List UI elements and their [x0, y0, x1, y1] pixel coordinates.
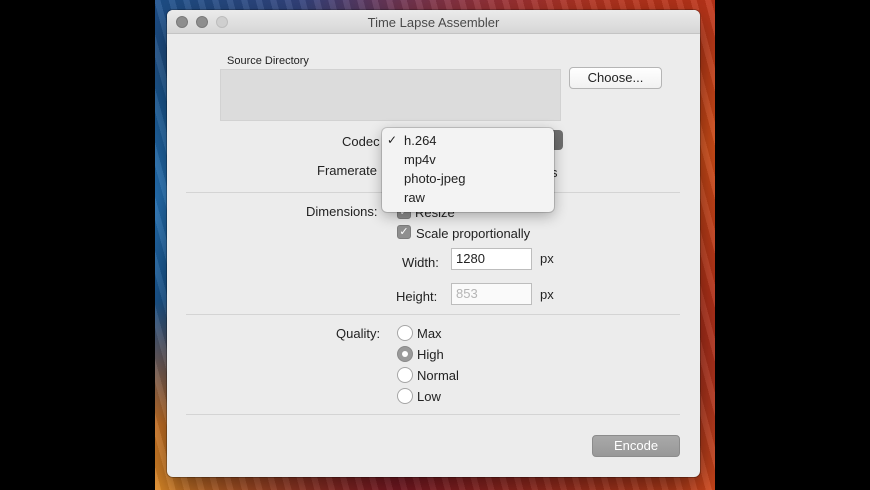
codec-dropdown-menu: ✓ h.264 mp4v photo-jpeg raw — [382, 128, 554, 212]
choose-button[interactable]: Choose... — [569, 67, 662, 89]
quality-option-label: Low — [417, 389, 441, 404]
codec-menu-item-photo-jpeg[interactable]: photo-jpeg — [382, 169, 554, 188]
scale-proportionally-label: Scale proportionally — [416, 226, 531, 241]
quality-radio-low[interactable] — [397, 388, 413, 404]
codec-menu-item-h264[interactable]: ✓ h.264 — [382, 131, 554, 150]
width-field[interactable]: 1280 — [451, 248, 532, 270]
checkmark-icon: ✓ — [387, 133, 398, 147]
quality-radio-normal[interactable] — [397, 367, 413, 383]
source-directory-label: Source Directory — [227, 55, 309, 67]
dimensions-label: Dimensions: — [306, 204, 378, 219]
quality-radio-high[interactable] — [397, 346, 413, 362]
width-label: Width: — [402, 255, 439, 270]
scale-proportionally-checkbox[interactable]: ✓ — [397, 225, 411, 239]
separator — [186, 414, 680, 415]
quality-option-label: Normal — [417, 368, 459, 383]
codec-label: Codec — [342, 134, 380, 149]
encode-button[interactable]: Encode — [592, 435, 680, 457]
menu-item-label: mp4v — [404, 152, 436, 167]
codec-menu-item-mp4v[interactable]: mp4v — [382, 150, 554, 169]
menu-item-label: photo-jpeg — [404, 171, 466, 186]
codec-menu-item-raw[interactable]: raw — [382, 188, 554, 207]
menu-item-label: h.264 — [404, 133, 437, 148]
height-label: Height: — [396, 289, 438, 304]
quality-option-label: Max — [417, 326, 442, 341]
separator — [186, 314, 680, 315]
app-window: Time Lapse Assembler Source Directory Ch… — [167, 10, 700, 477]
framerate-label: Framerate — [317, 163, 377, 178]
quality-radio-max[interactable] — [397, 325, 413, 341]
menu-item-label: raw — [404, 190, 425, 205]
quality-option-label: High — [417, 347, 444, 362]
width-unit-label: px — [540, 251, 554, 266]
height-field[interactable]: 853 — [451, 283, 532, 305]
window-title: Time Lapse Assembler — [367, 15, 500, 30]
source-directory-dropzone[interactable] — [220, 69, 561, 121]
quality-label: Quality: — [336, 326, 381, 341]
height-unit-label: px — [540, 287, 554, 302]
title-bar[interactable]: Time Lapse Assembler — [167, 10, 700, 34]
